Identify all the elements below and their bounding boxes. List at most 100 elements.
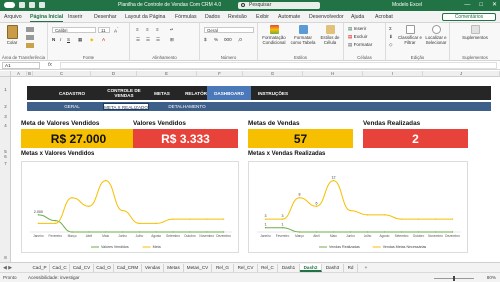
sheet-tab-metas-cv[interactable]: Metas_CV <box>184 264 212 272</box>
format-cells-button[interactable]: ▤ Formatar <box>348 42 372 48</box>
nav-controle-vendas[interactable]: CONTROLE DE VENDAS <box>101 86 147 100</box>
sheet-tab-rel-cv[interactable]: Rel_CV <box>234 264 258 272</box>
align-bottom-icon[interactable]: ≡ <box>156 27 159 32</box>
sheet-tab-cad-crm[interactable]: Cad_CRM <box>114 264 142 272</box>
conditional-format-button[interactable]: Formatação Condicional <box>260 25 288 45</box>
number-format-select[interactable]: Geral <box>204 27 254 33</box>
thousands-icon[interactable]: 000 <box>224 37 232 42</box>
fill-color-icon[interactable]: ◆ <box>90 37 94 43</box>
close-button[interactable]: ✕ <box>492 2 497 8</box>
fill-icon[interactable]: ⬇ <box>389 34 393 40</box>
row-header[interactable]: 3 <box>0 114 11 119</box>
borders-icon[interactable]: ▦ <box>78 37 82 43</box>
clear-icon[interactable]: ◇ <box>389 42 393 48</box>
sheet-tab-rel-g[interactable]: Rel_G <box>212 264 234 272</box>
font-color-icon[interactable]: A <box>102 37 105 42</box>
insert-cells-button[interactable]: ▤ Inserir <box>348 26 366 32</box>
fx-icon[interactable]: fx <box>48 62 52 68</box>
tab-ajuda[interactable]: Ajuda <box>351 14 364 20</box>
sheet-tab-dash2[interactable]: Dash2 <box>300 264 322 272</box>
sort-filter-button[interactable]: Classificar e Filtrar <box>398 25 422 45</box>
bold-icon[interactable]: N <box>52 37 55 42</box>
format-table-button[interactable]: Formatar como Tabela <box>289 25 317 45</box>
row-header[interactable]: 4 <box>0 123 11 128</box>
sheet-tab-rel-c[interactable]: Rel_C <box>258 264 278 272</box>
tab-automate[interactable]: Automate <box>278 14 300 20</box>
search-box[interactable]: Pesquisar <box>238 2 320 9</box>
nav-metas[interactable]: METAS <box>147 86 177 100</box>
tab-desenvolvedor[interactable]: Desenvolvedor <box>309 14 344 20</box>
percent-icon[interactable]: % <box>214 37 218 42</box>
underline-icon[interactable]: S <box>67 37 70 42</box>
font-size-select[interactable]: 11 <box>98 27 110 33</box>
tab-desenhar[interactable]: Desenhar <box>94 14 117 20</box>
row-header[interactable]: 7 <box>0 161 11 166</box>
sheet-tab-cad-cv[interactable]: Cad_CV <box>70 264 94 272</box>
tab-inserir[interactable]: Inserir <box>68 14 82 20</box>
paste-button[interactable]: Colar <box>3 25 21 45</box>
align-right-icon[interactable]: ☰ <box>156 37 160 43</box>
currency-icon[interactable]: $ <box>204 37 207 42</box>
name-box[interactable]: A1 <box>2 62 40 69</box>
row-header[interactable]: 6 <box>0 154 11 159</box>
addins-button[interactable]: Suplementos <box>458 25 492 40</box>
tab-dados[interactable]: Dados <box>205 14 220 20</box>
decimal-icon[interactable]: ,0 <box>238 37 242 42</box>
font-name-select[interactable]: Calibri <box>52 27 96 33</box>
tab-acrobat[interactable]: Acrobat <box>375 14 393 20</box>
cell-styles-button[interactable]: Estilos de Célula <box>318 25 342 45</box>
tab-exibir[interactable]: Exibir <box>256 14 269 20</box>
zoom-slider-thumb[interactable] <box>453 276 455 281</box>
redo-icon[interactable] <box>39 2 45 8</box>
subnav-detalhamento[interactable]: DETALHAMENTO <box>159 103 215 110</box>
row-header[interactable]: 8 <box>0 255 11 260</box>
zoom-level[interactable]: 80% <box>487 275 496 280</box>
tab-arquivo[interactable]: Arquivo <box>4 14 22 20</box>
find-select-button[interactable]: Localizar e Selecionar <box>423 25 449 45</box>
row-header[interactable]: 1 <box>0 87 11 92</box>
merge-center-icon[interactable]: ⊞ <box>170 37 174 43</box>
tab-pagina-inicial[interactable]: Página Inicial <box>30 14 64 22</box>
sheet-tab-cad-p[interactable]: Cad_P <box>30 264 50 272</box>
nav-instrucoes[interactable]: INSTRUÇÕES <box>253 86 293 100</box>
sheet-tab-dash1[interactable]: Dash1 <box>278 264 300 272</box>
format-painter-icon[interactable] <box>26 43 34 48</box>
row-header[interactable]: 2 <box>0 104 11 109</box>
comments-button[interactable]: Comentários <box>442 13 496 21</box>
autosave-toggle[interactable] <box>4 2 15 8</box>
grow-font-icon[interactable]: Aˆ <box>114 27 118 34</box>
wrap-text-icon[interactable]: ↵ <box>170 27 174 33</box>
sheet-nav-arrows-icon[interactable]: ◀ ▶ <box>3 265 12 271</box>
tab-revisao[interactable]: Revisão <box>228 14 247 20</box>
cut-icon[interactable] <box>26 27 34 32</box>
delete-cells-button[interactable]: ▤ Excluir <box>348 34 367 40</box>
italic-icon[interactable]: I <box>60 37 61 42</box>
sheet-tab-cad-o[interactable]: Cad_O <box>94 264 114 272</box>
sheet-tab-vendas[interactable]: Vendas <box>142 264 164 272</box>
tab-layout[interactable]: Layout da Página <box>125 14 165 20</box>
subnav-meta-realizado[interactable]: META X REALIZADO <box>103 103 149 110</box>
align-left-icon[interactable]: ☰ <box>136 37 140 43</box>
align-top-icon[interactable]: ≡ <box>136 27 139 32</box>
search-placeholder: Pesquisar <box>249 2 272 8</box>
sheet-tab-rd[interactable]: Rd <box>344 264 358 272</box>
formula-input[interactable] <box>60 62 497 69</box>
sheet-tab-metas[interactable]: Metas <box>164 264 184 272</box>
sheet-tab-dash3[interactable]: Dash3 <box>322 264 344 272</box>
align-middle-icon[interactable]: ≡ <box>146 27 149 32</box>
sheet-tab-cad-c[interactable]: Cad_C <box>50 264 70 272</box>
maximize-button[interactable]: □ <box>479 2 483 8</box>
copy-icon[interactable] <box>26 35 34 40</box>
autosum-icon[interactable]: Σ <box>389 26 392 31</box>
add-sheet-icon[interactable]: + <box>362 264 370 272</box>
minimize-button[interactable]: — <box>464 2 470 8</box>
status-accessibility[interactable]: Acessibilidade: investigar <box>28 275 80 280</box>
tab-formulas[interactable]: Fórmulas <box>175 14 197 20</box>
nav-cadastro[interactable]: CADASTRO <box>43 86 101 100</box>
subnav-geral[interactable]: GERAL <box>57 103 87 110</box>
zoom-slider[interactable] <box>434 276 474 281</box>
nav-dashboard[interactable]: DASHBOARD <box>207 86 251 100</box>
undo-icon[interactable] <box>29 2 35 8</box>
align-center-icon[interactable]: ☰ <box>146 37 150 43</box>
save-icon[interactable] <box>19 2 25 8</box>
